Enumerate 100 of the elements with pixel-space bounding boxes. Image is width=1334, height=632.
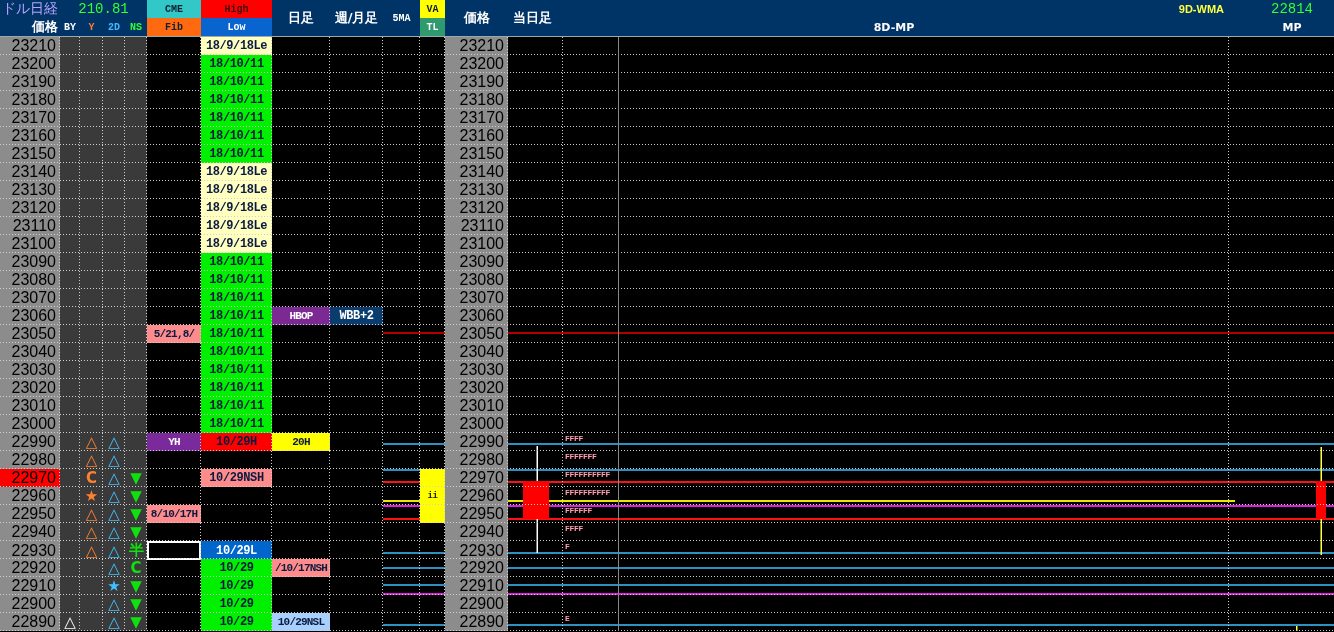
signal-mark: △ [108,595,120,613]
column-header: 9D-WMA [1177,2,1225,17]
price-label: 23080 [0,271,60,289]
column-header: 8D-MP [872,19,916,36]
exchange-rate: 210.81 [77,0,130,18]
date-tag: 10/29 [201,613,272,631]
price-label: 23040 [0,343,60,361]
price-label: 23110 [0,217,60,235]
date-tag: HBOP [272,307,330,325]
price-label: 23020 [0,379,60,397]
column-header: Low [201,18,272,36]
price-label: 22940 [0,523,60,541]
date-tag: 18/10/11 [201,289,272,307]
date-tag: 20H [272,433,330,451]
date-tag: 18/10/11 [201,109,272,127]
column-header: 5MA [391,11,412,26]
tpo-letters: FFFFFFF [565,453,597,461]
column-header: VA [420,0,445,18]
price-label: 23120 [0,199,60,217]
price-label: 22940 [445,523,508,541]
price-label: 22990 [445,433,508,451]
column-header: High [201,0,272,18]
price-label: 23190 [445,73,508,91]
price-label: 23150 [0,145,60,163]
price-label: 23070 [0,289,60,307]
price-label: 22910 [0,577,60,595]
signal-mark: ▼ [130,595,142,613]
date-tag: 18/10/11 [201,145,272,163]
signal-mark: C [130,559,142,577]
price-label: 23020 [445,379,508,397]
price-label: 23000 [445,415,508,433]
signal-mark: ▼ [130,613,142,631]
va-mark: ii [427,491,438,501]
date-tag: 10/29 [201,559,272,577]
price-label: 22980 [0,451,60,469]
date-tag: 18/9/18Le [201,235,272,253]
date-tag: 18/10/11 [201,325,272,343]
date-tag: 10/29NSH [201,469,272,487]
date-tag: 18/10/11 [201,397,272,415]
price-label: 22950 [445,505,508,523]
column-header: 価格 [462,9,491,27]
price-label: 23150 [445,145,508,163]
price-label: 23160 [0,127,60,145]
date-tag: 10/29NSL [272,613,330,631]
tpo-letters: E [565,615,570,623]
date-tag: WBB+2 [330,307,383,325]
date-tag: 18/10/11 [201,91,272,109]
tpo-letters: FFFFFFFFFF [565,471,610,479]
price-label: 23180 [0,91,60,109]
signal-mark: ★ [84,487,99,505]
tick-mark [1296,626,1298,631]
signal-mark: △ [108,613,120,631]
price-label: 22960 [0,487,60,505]
date-tag: 18/10/11 [201,415,272,433]
date-tag: 18/10/11 [201,379,272,397]
column-header: Fib [147,18,201,36]
price-label: 23110 [445,217,508,235]
column-header: 2D [107,20,121,35]
signal-mark: ▼ [130,523,142,541]
signal-mark: △ [108,541,120,560]
price-label: 22920 [445,559,508,577]
wma-value: 22814 [1270,0,1314,18]
price-label: 22900 [445,595,508,613]
price-label: 23130 [445,181,508,199]
date-tag: 10/29H [201,433,272,451]
candlestick-icon [1316,447,1326,555]
date-tag: 18/9/18Le [201,217,272,235]
price-label: 23160 [445,127,508,145]
date-tag: 18/10/11 [201,253,272,271]
price-label: 23050 [0,325,60,343]
date-tag: 18/10/11 [201,55,272,73]
cell-cursor[interactable] [147,541,201,560]
signal-mark: △ [108,505,120,523]
price-label: 23090 [445,253,508,271]
column-header: 週/月足 [333,9,380,27]
tpo-letters: FFFFFF [565,507,592,515]
column-header: NS [129,20,143,35]
tpo-letters: FFFF [565,435,583,443]
signal-mark: ▼ [130,487,142,505]
tpo-letters: F [565,543,570,551]
price-label: 23200 [0,55,60,73]
price-label: 23200 [445,55,508,73]
price-label: 23210 [445,37,508,55]
price-label: 22980 [445,451,508,469]
price-label: 22920 [0,559,60,577]
price-label: 22890 [0,613,60,631]
price-label: 23170 [445,109,508,127]
signal-mark: △ [108,559,120,577]
signal-mark: △ [64,613,76,631]
signal-mark: △ [85,523,98,541]
column-header: Y [87,20,96,35]
price-label: 23070 [445,289,508,307]
price-label: 22890 [445,613,508,631]
signal-mark: △ [108,487,120,505]
price-label: 23080 [445,271,508,289]
price-label: 23210 [0,37,60,55]
signal-mark: ▼ [130,577,142,595]
price-label: 23090 [0,253,60,271]
price-label: 23100 [0,235,60,253]
signal-mark: 半 [128,541,144,560]
